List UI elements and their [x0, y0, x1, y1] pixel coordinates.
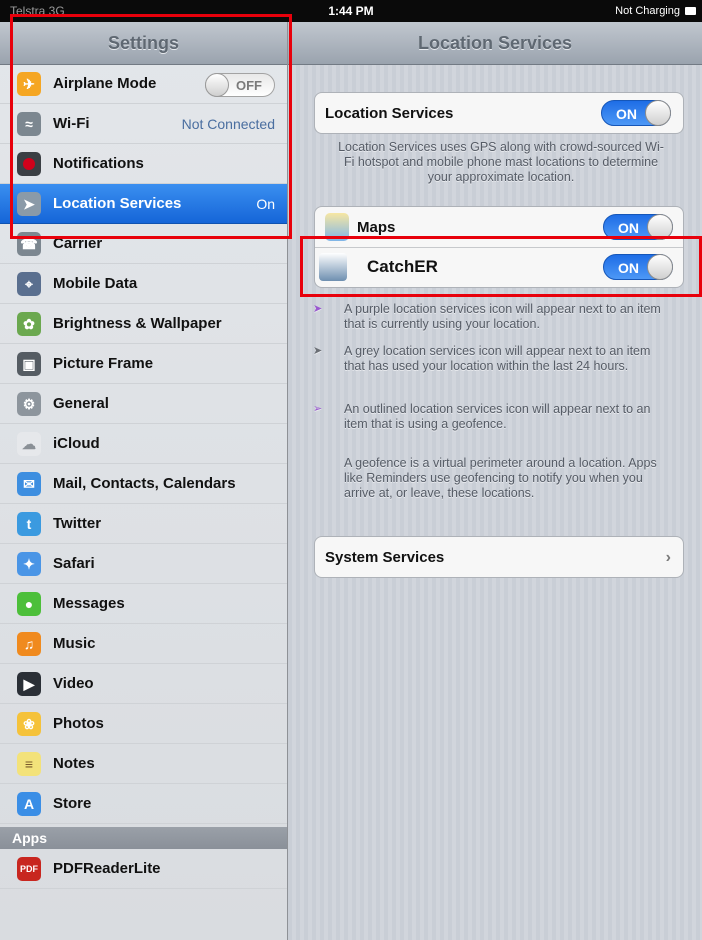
sidebar-item-label: Twitter — [53, 515, 102, 532]
icloud-icon: ☁ — [17, 432, 41, 456]
sidebar-item-picture-frame[interactable]: ▣ Picture Frame — [0, 344, 287, 384]
location-services-toggle[interactable]: ON — [601, 100, 671, 126]
grey-location-arrow-icon: ➤ — [313, 345, 323, 357]
battery-status: Not Charging — [615, 5, 680, 17]
sidebar-item-label: PDFReaderLite — [53, 860, 161, 877]
notes-icon: ≡ — [17, 752, 41, 776]
sidebar-item-icloud[interactable]: ☁ iCloud — [0, 424, 287, 464]
sidebar-item-store[interactable]: A Store — [0, 784, 287, 824]
system-services-label: System Services — [325, 549, 445, 566]
sidebar-item-label: Photos — [53, 715, 104, 732]
picture-frame-icon: ▣ — [17, 352, 41, 376]
sidebar-item-mail-contacts-calendars[interactable]: ✉ Mail, Contacts, Calendars — [0, 464, 287, 504]
brightness-icon: ✿ — [17, 312, 41, 336]
sidebar-item-label: Store — [53, 795, 92, 812]
sidebar-item-label: Picture Frame — [53, 355, 154, 372]
purple-location-arrow-icon: ➤ — [313, 303, 323, 315]
toggle-state: ON — [618, 220, 639, 236]
note-text: An outlined location services icon will … — [344, 402, 651, 431]
photos-icon: ❀ — [17, 712, 41, 736]
sidebar-item-brightness-wallpaper[interactable]: ✿ Brightness & Wallpaper — [0, 304, 287, 344]
safari-icon: ✦ — [17, 552, 41, 576]
mail-icon: ✉ — [17, 472, 41, 496]
sidebar-item-label: Mobile Data — [53, 275, 138, 292]
outlined-location-arrow-icon: ➢ — [313, 403, 323, 415]
location-services-toggle-row: Location Services ON — [314, 92, 684, 134]
note-outlined-icon: ➢ An outlined location services icon wil… — [313, 402, 670, 432]
note-text: A grey location services icon will appea… — [344, 344, 651, 373]
twitter-icon: t — [17, 512, 41, 536]
sidebar-item-label: Safari — [53, 555, 95, 572]
sidebar-item-label: Messages — [53, 595, 125, 612]
sidebar-item-video[interactable]: ▶ Video — [0, 664, 287, 704]
note-text: A purple location services icon will app… — [344, 302, 661, 331]
sidebar-item-music[interactable]: ♫ Music — [0, 624, 287, 664]
note-purple-icon: ➤ A purple location services icon will a… — [313, 302, 670, 332]
sidebar-item-label: iCloud — [53, 435, 100, 452]
geofence-explanation: A geofence is a virtual perimeter around… — [330, 456, 670, 501]
location-services-description: Location Services uses GPS along with cr… — [338, 140, 664, 184]
sidebar-item-pdfreaderlite[interactable]: PDF PDFReaderLite — [0, 849, 287, 889]
sidebar-item-general[interactable]: ⚙ General — [0, 384, 287, 424]
apps-section-header: Apps — [0, 827, 287, 849]
sidebar-item-mobile-data[interactable]: ⌖ Mobile Data — [0, 264, 287, 304]
note-grey-icon: ➤ A grey location services icon will app… — [313, 344, 670, 374]
toggle-state: ON — [616, 106, 637, 122]
app-label: Maps — [357, 219, 396, 236]
mobile-data-icon: ⌖ — [17, 272, 41, 296]
sidebar-item-twitter[interactable]: t Twitter — [0, 504, 287, 544]
chevron-right-icon: › — [665, 549, 671, 566]
sidebar-item-messages[interactable]: ● Messages — [0, 584, 287, 624]
music-icon: ♫ — [17, 632, 41, 656]
apps-section-label: Apps — [12, 830, 47, 846]
messages-icon: ● — [17, 592, 41, 616]
highlight-box-catcher — [300, 236, 702, 297]
location-services-label: Location Services — [325, 105, 454, 122]
sidebar-item-label: Notes — [53, 755, 95, 772]
toggle-knob — [645, 100, 671, 126]
store-icon: A — [17, 792, 41, 816]
sidebar-item-label: Music — [53, 635, 96, 652]
gear-icon: ⚙ — [17, 392, 41, 416]
geofence-text: A geofence is a virtual perimeter around… — [344, 456, 657, 500]
video-icon: ▶ — [17, 672, 41, 696]
sidebar-item-notes[interactable]: ≡ Notes — [0, 744, 287, 784]
sidebar-item-label: Brightness & Wallpaper — [53, 315, 222, 332]
location-services-detail-pane: Location Services Location Services ON L… — [288, 22, 702, 940]
battery-icon — [685, 7, 696, 15]
highlight-box-settings — [10, 14, 292, 239]
detail-title: Location Services — [417, 33, 573, 53]
system-services-row[interactable]: System Services › — [314, 536, 684, 578]
sidebar-item-safari[interactable]: ✦ Safari — [0, 544, 287, 584]
sidebar-item-label: Video — [53, 675, 94, 692]
pdf-icon: PDF — [17, 857, 41, 881]
detail-header: Location Services — [288, 22, 702, 65]
sidebar-item-photos[interactable]: ❀ Photos — [0, 704, 287, 744]
sidebar-item-label: General — [53, 395, 109, 412]
sidebar-item-label: Mail, Contacts, Calendars — [53, 475, 236, 492]
